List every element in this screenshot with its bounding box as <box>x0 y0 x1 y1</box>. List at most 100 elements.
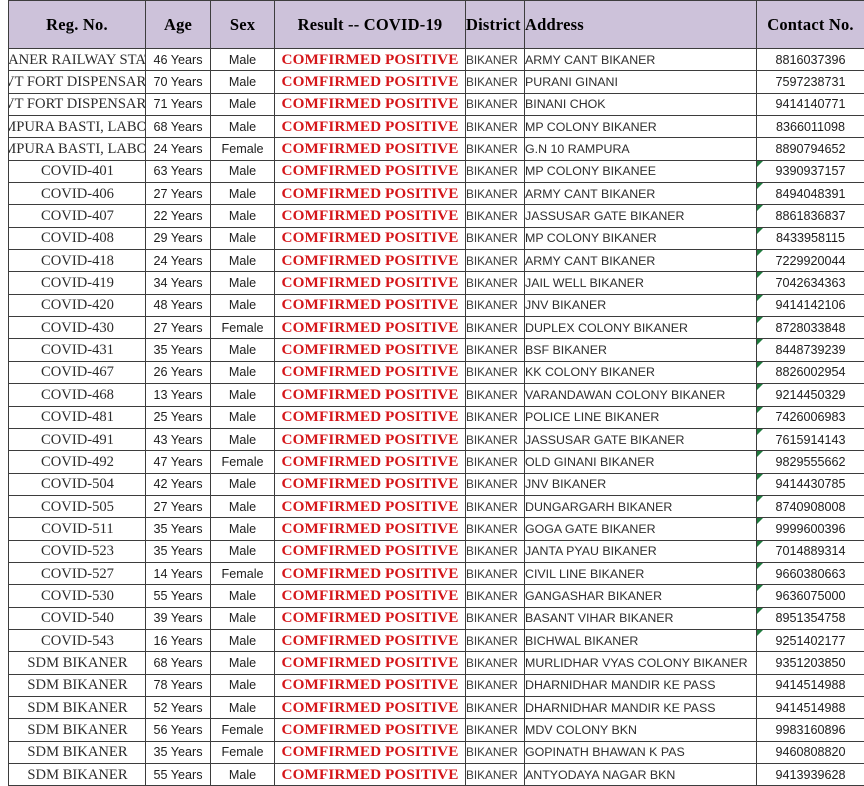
cell-contact-no[interactable]: 7426006983 <box>757 406 864 428</box>
column-header-age[interactable]: Age <box>146 1 211 49</box>
cell-result[interactable]: COMFIRMED POSITIVE <box>275 495 466 517</box>
cell-reg-no[interactable]: COVID-431 <box>9 339 146 361</box>
cell-reg-no[interactable]: GOVT FORT DISPENSARY <box>9 93 146 115</box>
cell-age[interactable]: 43 Years <box>146 428 211 450</box>
cell-sex[interactable]: Female <box>211 719 275 741</box>
cell-contact-no[interactable]: 8740908008 <box>757 495 864 517</box>
cell-district[interactable]: BIKANER <box>466 49 525 71</box>
cell-sex[interactable]: Male <box>211 160 275 182</box>
cell-address[interactable]: DHARNIDHAR MANDIR KE PASS <box>525 674 757 696</box>
cell-contact-no[interactable]: 9636075000 <box>757 585 864 607</box>
cell-age[interactable]: 39 Years <box>146 607 211 629</box>
cell-sex[interactable]: Male <box>211 674 275 696</box>
cell-contact-no[interactable]: 9983160896 <box>757 719 864 741</box>
cell-contact-no[interactable]: 9214450329 <box>757 384 864 406</box>
cell-result[interactable]: COMFIRMED POSITIVE <box>275 116 466 138</box>
cell-address[interactable]: BSF BIKANER <box>525 339 757 361</box>
cell-address[interactable]: GOPINATH BHAWAN K PAS <box>525 741 757 763</box>
cell-contact-no[interactable]: 8816037396 <box>757 49 864 71</box>
cell-district[interactable]: BIKANER <box>466 741 525 763</box>
cell-age[interactable]: 14 Years <box>146 562 211 584</box>
cell-reg-no[interactable]: COVID-467 <box>9 361 146 383</box>
cell-sex[interactable]: Male <box>211 384 275 406</box>
cell-age[interactable]: 68 Years <box>146 652 211 674</box>
cell-district[interactable]: BIKANER <box>466 562 525 584</box>
cell-reg-no[interactable]: SDM BIKANER <box>9 741 146 763</box>
cell-district[interactable]: BIKANER <box>466 116 525 138</box>
cell-address[interactable]: MP COLONY BIKANER <box>525 116 757 138</box>
cell-age[interactable]: 68 Years <box>146 116 211 138</box>
cell-age[interactable]: 42 Years <box>146 473 211 495</box>
cell-result[interactable]: COMFIRMED POSITIVE <box>275 607 466 629</box>
cell-result[interactable]: COMFIRMED POSITIVE <box>275 652 466 674</box>
cell-result[interactable]: COMFIRMED POSITIVE <box>275 272 466 294</box>
cell-contact-no[interactable]: 9829555662 <box>757 451 864 473</box>
cell-contact-no[interactable]: 7615914143 <box>757 428 864 450</box>
cell-sex[interactable]: Male <box>211 585 275 607</box>
cell-result[interactable]: COMFIRMED POSITIVE <box>275 205 466 227</box>
cell-address[interactable]: BICHWAL BIKANER <box>525 629 757 651</box>
cell-district[interactable]: BIKANER <box>466 294 525 316</box>
cell-sex[interactable]: Male <box>211 495 275 517</box>
cell-reg-no[interactable]: COVID-511 <box>9 518 146 540</box>
cell-sex[interactable]: Male <box>211 205 275 227</box>
cell-contact-no[interactable]: 8366011098 <box>757 116 864 138</box>
cell-sex[interactable]: Male <box>211 629 275 651</box>
cell-reg-no[interactable]: GOVT FORT DISPENSARY <box>9 71 146 93</box>
cell-contact-no[interactable]: 8494048391 <box>757 183 864 205</box>
cell-reg-no[interactable]: COVID-492 <box>9 451 146 473</box>
cell-reg-no[interactable]: COVID-523 <box>9 540 146 562</box>
cell-reg-no[interactable]: COVID-530 <box>9 585 146 607</box>
cell-district[interactable]: BIKANER <box>466 384 525 406</box>
cell-district[interactable]: BIKANER <box>466 495 525 517</box>
cell-sex[interactable]: Male <box>211 116 275 138</box>
cell-result[interactable]: COMFIRMED POSITIVE <box>275 138 466 160</box>
cell-sex[interactable]: Male <box>211 764 275 786</box>
cell-sex[interactable]: Male <box>211 183 275 205</box>
cell-contact-no[interactable]: 9999600396 <box>757 518 864 540</box>
cell-age[interactable]: 35 Years <box>146 741 211 763</box>
cell-sex[interactable]: Male <box>211 339 275 361</box>
column-header-address[interactable]: Address <box>525 1 757 49</box>
cell-address[interactable]: MURLIDHAR VYAS COLONY BIKANER <box>525 652 757 674</box>
cell-district[interactable]: BIKANER <box>466 451 525 473</box>
cell-district[interactable]: BIKANER <box>466 473 525 495</box>
cell-sex[interactable]: Male <box>211 518 275 540</box>
cell-address[interactable]: PURANI GINANI <box>525 71 757 93</box>
cell-result[interactable]: COMFIRMED POSITIVE <box>275 250 466 272</box>
cell-result[interactable]: COMFIRMED POSITIVE <box>275 317 466 339</box>
cell-result[interactable]: COMFIRMED POSITIVE <box>275 451 466 473</box>
column-header-sex[interactable]: Sex <box>211 1 275 49</box>
cell-address[interactable]: GOGA GATE BIKANER <box>525 518 757 540</box>
cell-address[interactable]: BINANI CHOK <box>525 93 757 115</box>
cell-reg-no[interactable]: COVID-527 <box>9 562 146 584</box>
cell-age[interactable]: 13 Years <box>146 384 211 406</box>
cell-result[interactable]: COMFIRMED POSITIVE <box>275 674 466 696</box>
cell-result[interactable]: COMFIRMED POSITIVE <box>275 473 466 495</box>
cell-reg-no[interactable]: COVID-406 <box>9 183 146 205</box>
cell-reg-no[interactable]: COVID-419 <box>9 272 146 294</box>
cell-age[interactable]: 16 Years <box>146 629 211 651</box>
cell-contact-no[interactable]: 9414140771 <box>757 93 864 115</box>
cell-district[interactable]: BIKANER <box>466 406 525 428</box>
cell-contact-no[interactable]: 7597238731 <box>757 71 864 93</box>
cell-district[interactable]: BIKANER <box>466 93 525 115</box>
cell-sex[interactable]: Female <box>211 138 275 160</box>
column-header-contact-no[interactable]: Contact No. <box>757 1 864 49</box>
cell-age[interactable]: 27 Years <box>146 183 211 205</box>
cell-sex[interactable]: Female <box>211 317 275 339</box>
cell-address[interactable]: POLICE LINE BIKANER <box>525 406 757 428</box>
cell-reg-no[interactable]: COVID-505 <box>9 495 146 517</box>
cell-reg-no[interactable]: COVID-491 <box>9 428 146 450</box>
cell-reg-no[interactable]: SDM BIKANER <box>9 674 146 696</box>
cell-address[interactable]: DUPLEX COLONY BIKANER <box>525 317 757 339</box>
cell-address[interactable]: OLD GINANI BIKANER <box>525 451 757 473</box>
cell-contact-no[interactable]: 8728033848 <box>757 317 864 339</box>
cell-age[interactable]: 55 Years <box>146 585 211 607</box>
cell-district[interactable]: BIKANER <box>466 71 525 93</box>
cell-district[interactable]: BIKANER <box>466 227 525 249</box>
cell-sex[interactable]: Female <box>211 451 275 473</box>
cell-result[interactable]: COMFIRMED POSITIVE <box>275 384 466 406</box>
cell-district[interactable]: BIKANER <box>466 160 525 182</box>
cell-result[interactable]: COMFIRMED POSITIVE <box>275 585 466 607</box>
